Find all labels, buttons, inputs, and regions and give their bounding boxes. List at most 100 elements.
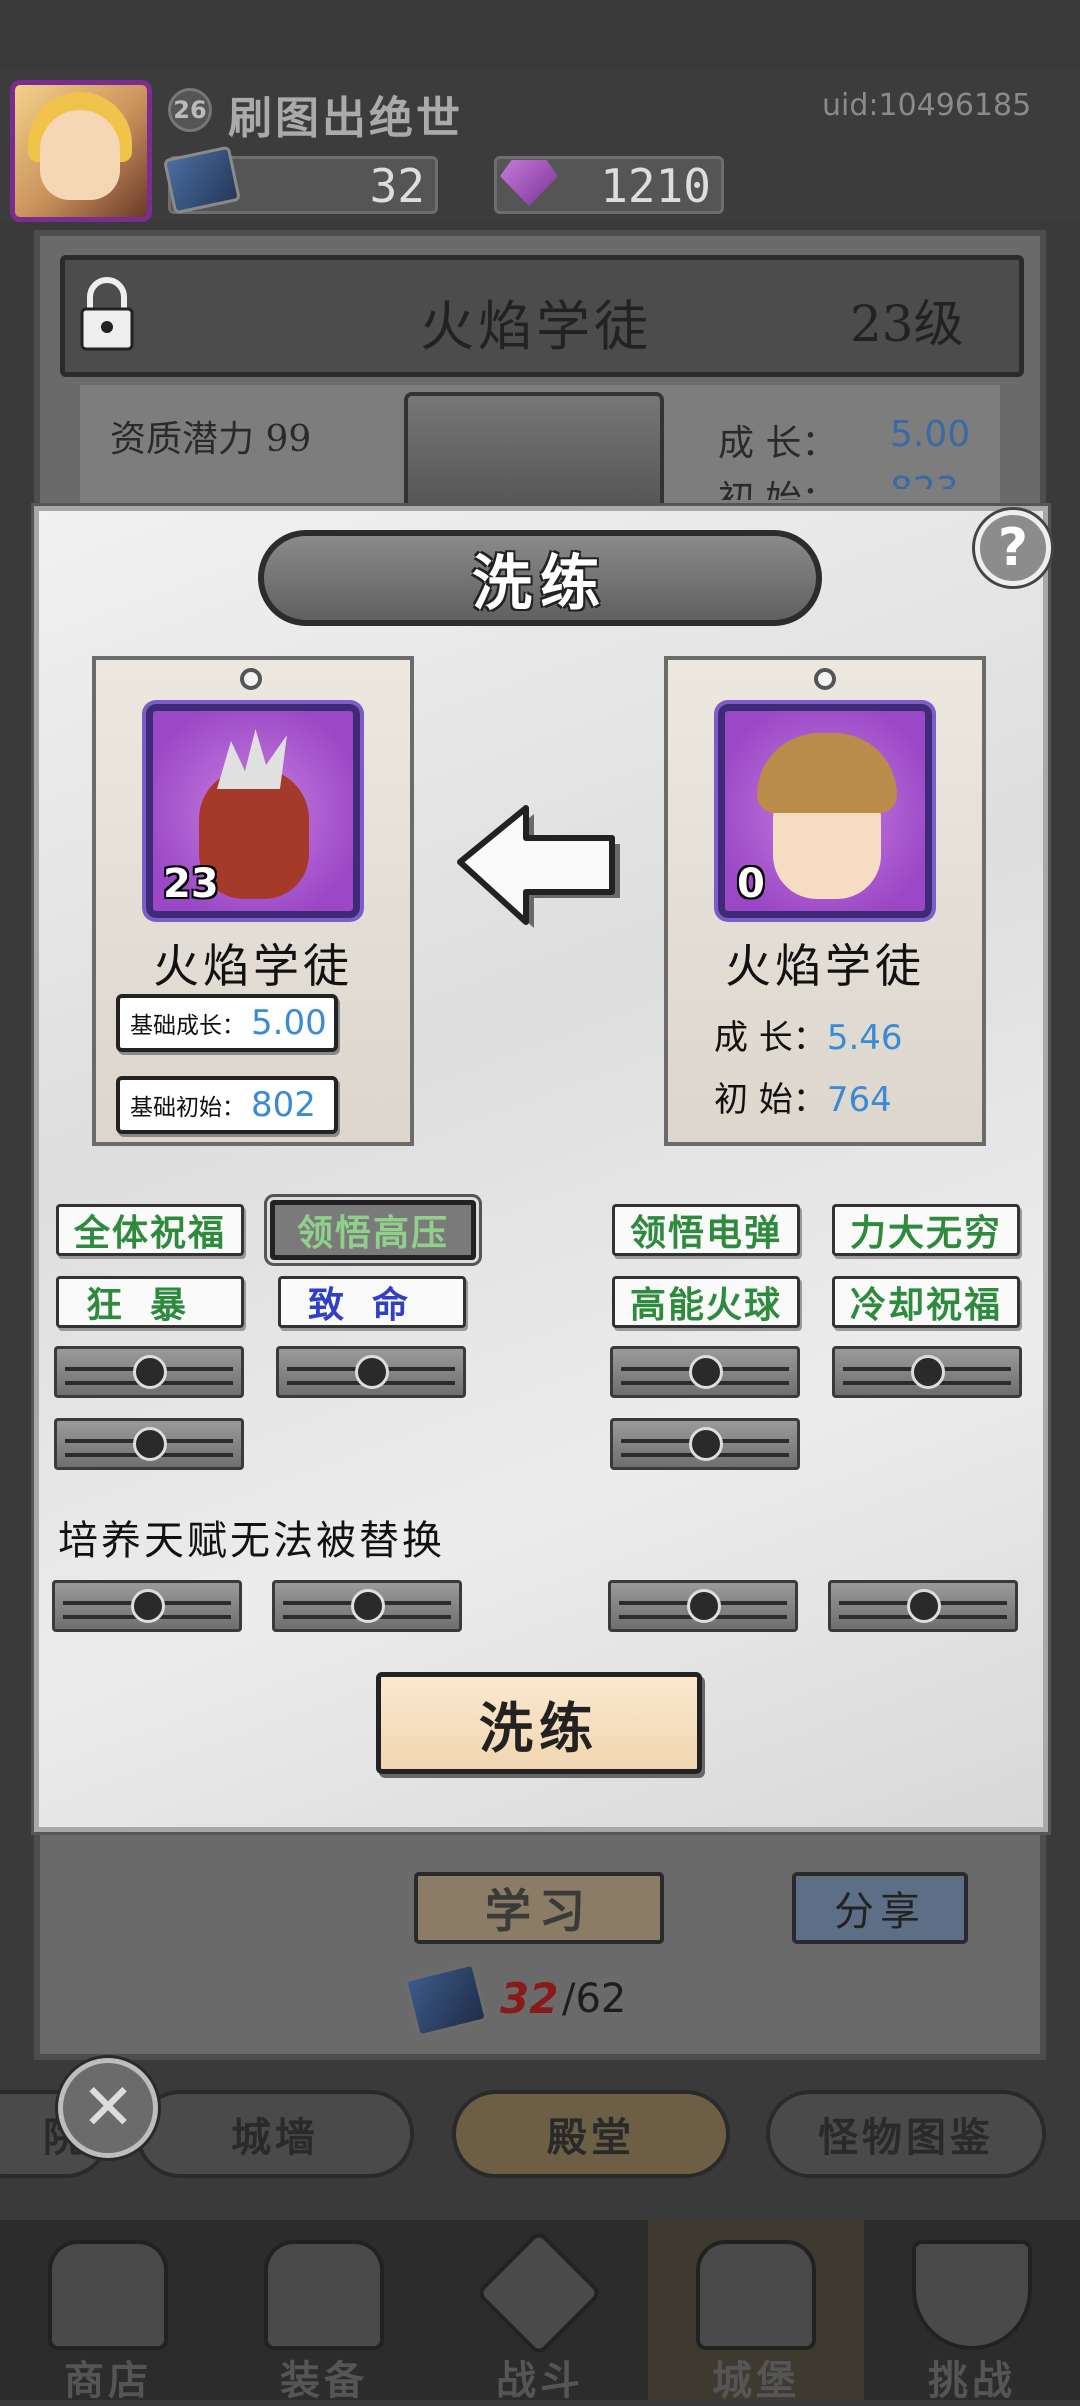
player-level-badge: 26 xyxy=(168,88,212,132)
skill-tag[interactable]: 全体祝福 xyxy=(56,1204,244,1256)
base-growth-value: 5.00 xyxy=(251,1003,327,1043)
base-initial-label: 基础初始： xyxy=(130,1095,245,1121)
locked-slot xyxy=(52,1580,242,1632)
share-button[interactable]: 分享 xyxy=(792,1872,968,1944)
portrait-level: 0 xyxy=(737,861,765,907)
locked-slot xyxy=(272,1580,462,1632)
nav-label: 战斗 xyxy=(496,2357,584,2404)
current-hero-portrait: 23 xyxy=(146,704,360,918)
skill-tag[interactable]: 狂暴 xyxy=(56,1276,244,1328)
portrait-level: 23 xyxy=(163,861,219,907)
base-growth-label: 基础成长： xyxy=(130,1013,245,1039)
skill-label: 力大无穷 xyxy=(849,1212,1002,1254)
new-initial-row: 初 始：764 xyxy=(714,1072,892,1121)
skill-label: 狂暴 xyxy=(85,1284,214,1326)
shop-icon xyxy=(48,2240,168,2350)
books-count: 32 xyxy=(369,159,425,213)
new-growth-value: 5.46 xyxy=(826,1018,903,1058)
nav-equipment[interactable]: 装备 xyxy=(216,2220,432,2404)
help-button[interactable]: ? xyxy=(975,510,1051,586)
subtab-label: 怪物图鉴 xyxy=(818,2114,994,2161)
player-uid: uid:10496185 xyxy=(822,88,1032,123)
lock-icon xyxy=(689,1427,723,1461)
skill-tag[interactable]: 领悟电弹 xyxy=(612,1204,800,1256)
modal-title: 洗练 xyxy=(472,548,608,619)
refine-button-label: 洗练 xyxy=(479,1695,599,1760)
skill-label: 致命 xyxy=(307,1284,436,1326)
card-pin-hole xyxy=(814,668,836,690)
lock-icon xyxy=(355,1355,389,1389)
current-hero-name: 火焰学徒 xyxy=(153,939,353,993)
lock-icon xyxy=(907,1589,941,1623)
locked-slot xyxy=(54,1418,244,1470)
hero-hair xyxy=(217,729,287,789)
skill-tag[interactable]: 致命 xyxy=(278,1276,466,1328)
lock-icon xyxy=(80,277,134,351)
nav-label: 商店 xyxy=(64,2357,152,2404)
new-initial-label: 初 始： xyxy=(714,1080,827,1120)
refine-button[interactable]: 洗练 xyxy=(376,1672,702,1774)
learn-button[interactable]: 学习 xyxy=(414,1872,664,1944)
skill-tag-selected[interactable]: 领悟高压 xyxy=(270,1200,476,1260)
lock-icon xyxy=(687,1589,721,1623)
hero-hair xyxy=(757,733,897,813)
gems-count: 1210 xyxy=(600,159,711,213)
tab-city-wall[interactable]: 城墙 xyxy=(136,2090,414,2178)
skill-tag[interactable]: 力大无穷 xyxy=(832,1204,1020,1256)
crossed-swords-icon xyxy=(475,2229,603,2357)
hero-title: 火焰学徒 xyxy=(420,295,652,358)
locked-slot xyxy=(276,1346,466,1398)
base-initial-box: 基础初始： 802 xyxy=(116,1076,338,1134)
skill-label: 领悟高压 xyxy=(296,1212,449,1254)
skill-tag[interactable]: 高能火球 xyxy=(612,1276,800,1328)
hero-level: 23级 xyxy=(850,295,964,353)
new-hero-name: 火焰学徒 xyxy=(725,939,925,993)
book-max: /62 xyxy=(562,1976,627,2022)
growth-label: 成 长： xyxy=(718,423,838,464)
player-name: 刷图出绝世 xyxy=(228,93,463,144)
locked-slot xyxy=(608,1580,798,1632)
nav-castle[interactable]: 城堡 xyxy=(648,2220,864,2404)
base-initial-value: 802 xyxy=(251,1085,316,1125)
subtab-label: 殿堂 xyxy=(547,2114,635,2161)
tab-hall[interactable]: 殿堂 xyxy=(452,2090,730,2178)
nav-challenge[interactable]: 挑战 xyxy=(864,2220,1080,2404)
lock-icon xyxy=(911,1355,945,1389)
share-button-label: 分享 xyxy=(834,1889,926,1935)
cultivated-talent-note: 培养天赋无法被替换 xyxy=(58,1518,445,1564)
castle-icon xyxy=(696,2240,816,2350)
skill-label: 全体祝福 xyxy=(73,1212,226,1254)
locked-slot xyxy=(610,1346,800,1398)
new-initial-value: 764 xyxy=(826,1080,892,1120)
lock-icon xyxy=(131,1589,165,1623)
base-growth-box: 基础成长： 5.00 xyxy=(116,994,338,1052)
hero-portrait xyxy=(404,392,664,512)
lock-icon xyxy=(351,1589,385,1623)
nav-label: 挑战 xyxy=(928,2357,1016,2404)
arrow-left-icon xyxy=(457,805,620,928)
locked-slot xyxy=(610,1418,800,1470)
new-growth-row: 成 长：5.46 xyxy=(714,1010,903,1059)
modal-title-bar: 洗练 xyxy=(258,530,822,626)
learn-button-label: 学习 xyxy=(485,1884,593,1938)
card-pin-hole xyxy=(240,668,262,690)
new-growth-label: 成 长： xyxy=(714,1018,827,1058)
tab-monster-guide[interactable]: 怪物图鉴 xyxy=(766,2090,1046,2178)
locked-slot xyxy=(54,1346,244,1398)
book-count: 32 xyxy=(500,1974,559,2023)
locked-slot xyxy=(828,1580,1018,1632)
close-button[interactable]: ✕ xyxy=(58,2058,158,2158)
aptitude-text: 资质潜力 99 xyxy=(110,419,312,460)
skill-label: 高能火球 xyxy=(629,1284,782,1326)
close-icon: ✕ xyxy=(81,2071,135,2145)
nav-battle[interactable]: 战斗 xyxy=(432,2220,648,2404)
subtab-label: 城墙 xyxy=(231,2114,319,2161)
lock-icon xyxy=(133,1427,167,1461)
skill-tag[interactable]: 冷却祝福 xyxy=(832,1276,1020,1328)
backpack-icon xyxy=(264,2240,384,2350)
nav-shop[interactable]: 商店 xyxy=(0,2220,216,2404)
skill-label: 领悟电弹 xyxy=(629,1212,782,1254)
nav-label: 装备 xyxy=(280,2357,368,2404)
shield-icon xyxy=(912,2240,1032,2350)
lock-icon xyxy=(133,1355,167,1389)
